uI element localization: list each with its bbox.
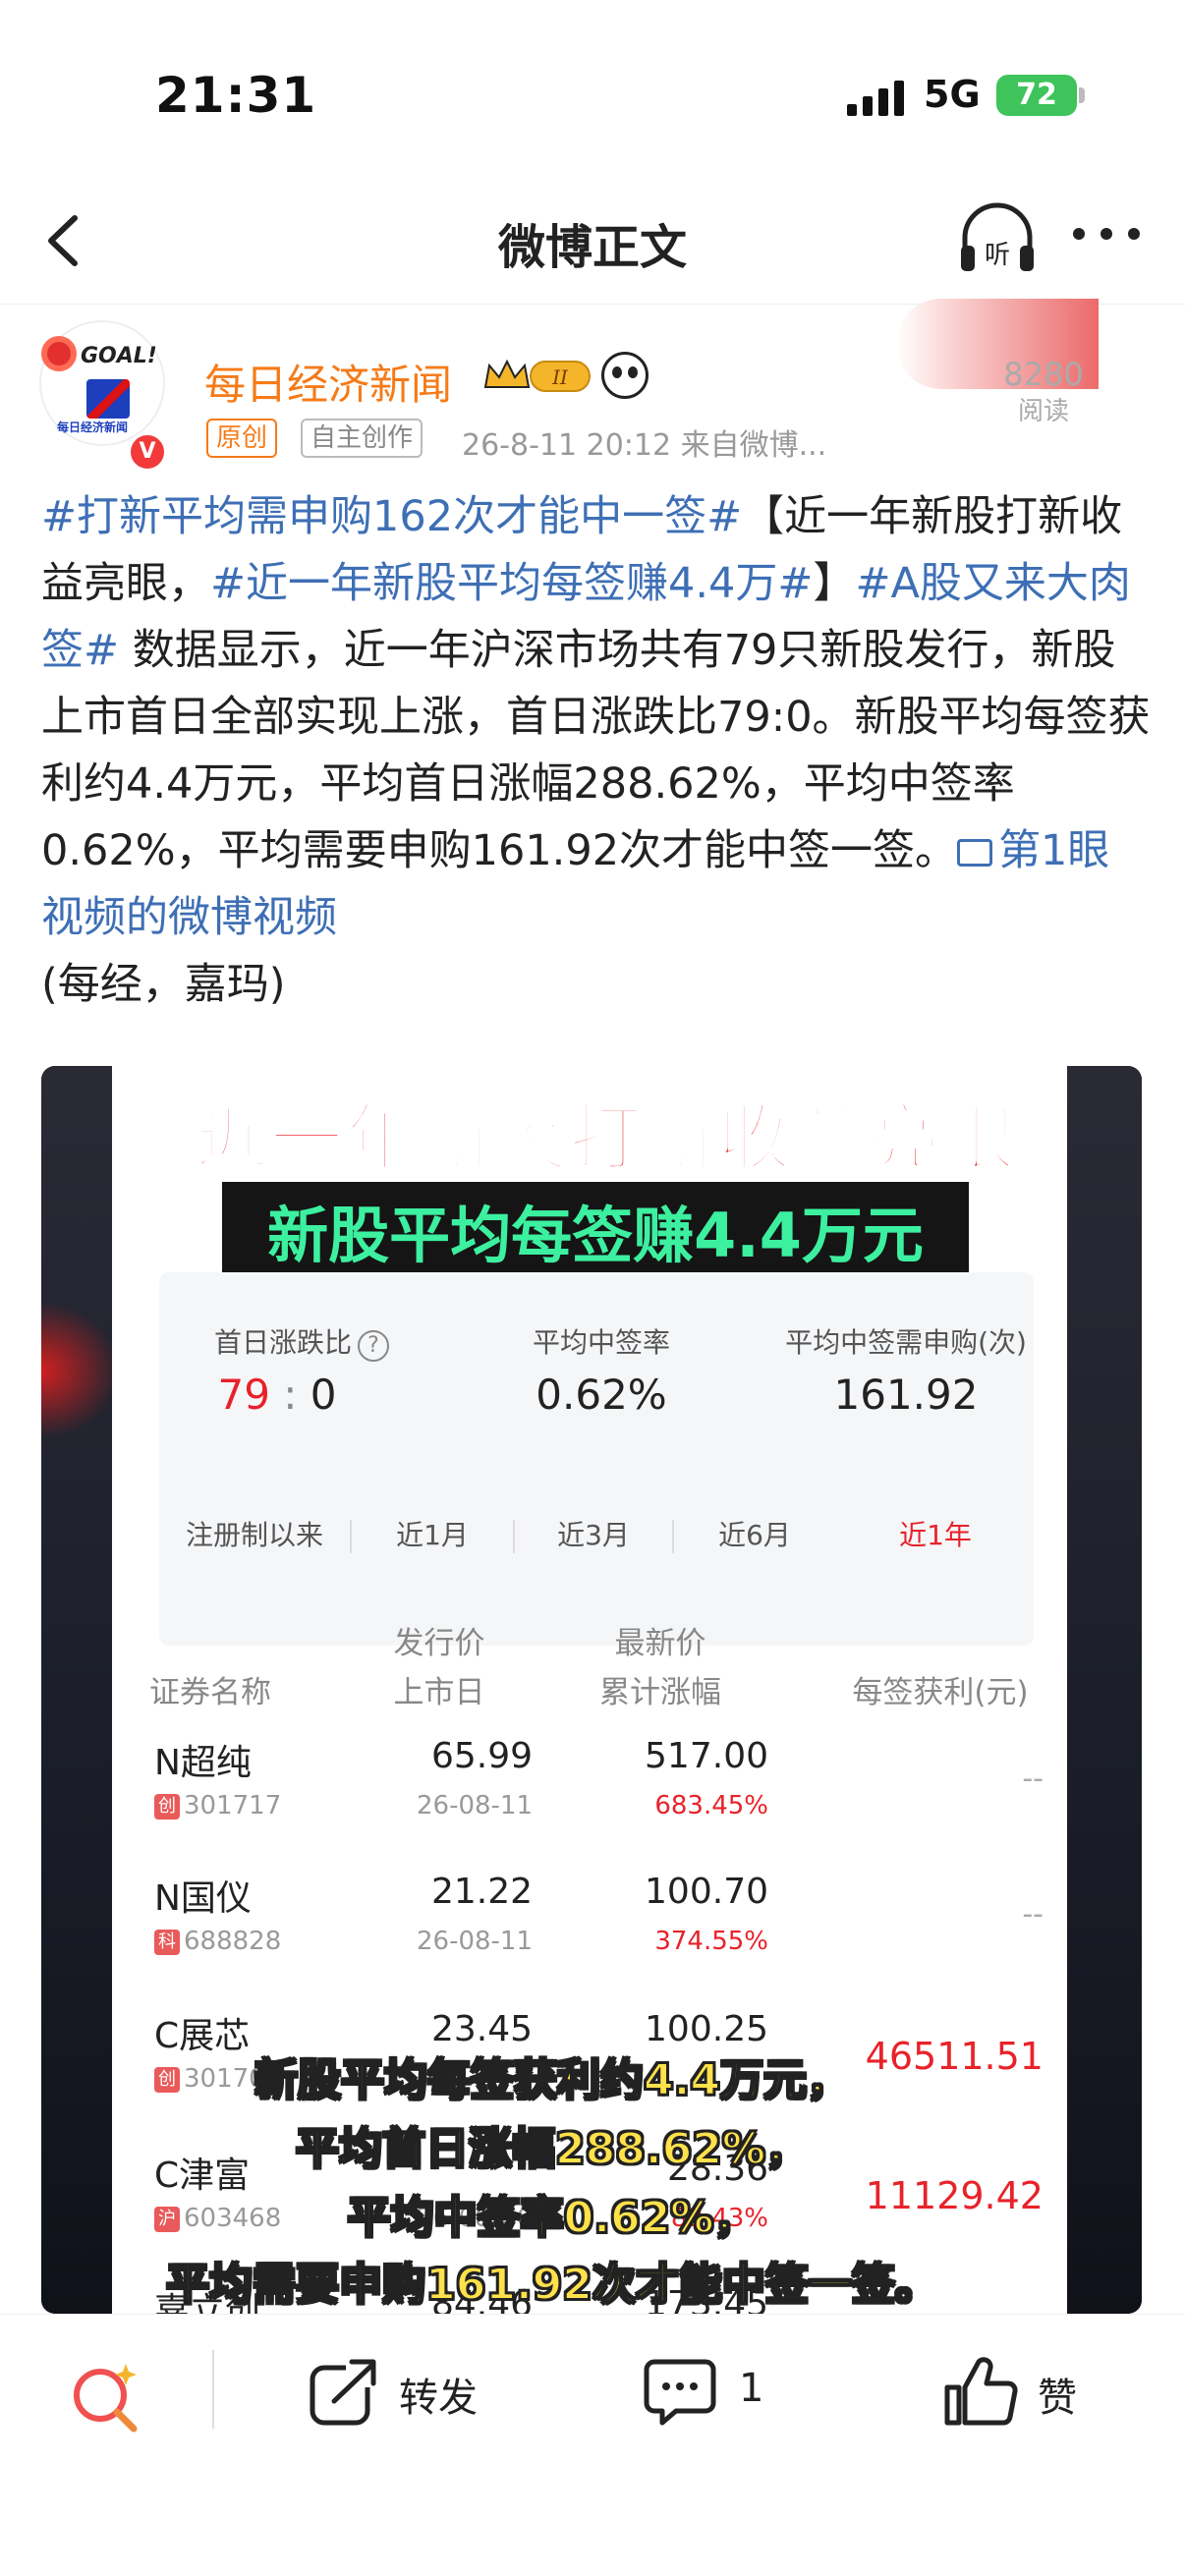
tab-since-registration: 注册制以来 (185, 1519, 323, 1551)
header-name: 证券名称 (149, 1675, 271, 1710)
original-tag: 原创 (206, 419, 278, 458)
avatar-text: GOAL! (81, 344, 157, 368)
signal-icon (847, 81, 906, 116)
logo-icon (86, 379, 130, 419)
like-button[interactable]: 赞 (941, 2354, 1099, 2433)
latest-price: 100.70 (645, 1872, 768, 1912)
tab-3-months: 近3月 (557, 1519, 630, 1551)
latest-price: 517.00 (645, 1736, 768, 1776)
header-price: 发行价 (393, 1626, 485, 1661)
stock-name: N国仪 (154, 1878, 252, 1919)
profit-per-lot: -- (1022, 1762, 1044, 1796)
comment-button[interactable]: 1 (641, 2354, 778, 2433)
battery-icon: 72 (996, 75, 1077, 116)
video-subheadline: 新股平均每签赚4.4万元 (267, 1200, 924, 1271)
post-video[interactable]: 近一年新股打新收益亮眼 新股平均每签赚4.4万元 首日涨跌比? 79 : 0 平… (41, 1066, 1142, 2314)
more-icon[interactable] (1073, 214, 1144, 253)
issue-price: 65.99 (430, 1736, 533, 1776)
stat-value-times: 161.92 (833, 1371, 979, 1419)
stock-code: 科 688828 (154, 1927, 281, 1956)
avatar-caption: 每日经济新闻 (57, 420, 129, 434)
stat-label-ratio: 首日涨跌比? (179, 1321, 424, 1362)
comment-count: 1 (739, 2366, 764, 2411)
video-subtitle: 平均首日涨幅288.62%， (295, 2123, 810, 2175)
post-meta: 26-8-11 20:12 来自微博... (462, 428, 827, 463)
status-bar: 21:31 5G 72 (0, 0, 1185, 187)
video-icon (957, 839, 993, 867)
flower-icon (41, 336, 77, 371)
tab-1-year: 近1年 (899, 1519, 972, 1551)
repost-button[interactable]: 转发 (307, 2354, 503, 2433)
header-profit: 每签获利(元) (852, 1675, 1029, 1710)
header-cum: 累计涨幅 (599, 1675, 721, 1710)
video-headline: 近一年新股打新收益亮眼 (195, 1095, 1017, 1183)
video-subtitle: 平均中签率0.62%， (347, 2192, 759, 2244)
stat-value-rate: 0.62% (536, 1371, 667, 1419)
self-created-tag: 自主创作 (301, 419, 423, 458)
clock: 21:31 (155, 67, 317, 124)
stock-name: N超纯 (154, 1743, 252, 1783)
listen-icon[interactable]: 听 (955, 198, 1040, 283)
nav-bar: 微博正文 听 (0, 187, 1185, 305)
stat-value-ratio: 79 : 0 (217, 1371, 337, 1419)
repost-label: 转发 (399, 2376, 478, 2421)
video-subtitle: 新股平均每签获利约4.4万元， (254, 2054, 851, 2106)
search-icon[interactable] (69, 2360, 143, 2435)
like-label: 赞 (1038, 2376, 1077, 2421)
cum-change: 374.55% (654, 1927, 768, 1956)
read-label: 阅读 (1017, 397, 1069, 426)
list-date: 26-08-11 (416, 1927, 533, 1956)
level-badge: II (551, 365, 569, 389)
panda-icon (601, 352, 649, 399)
thumbs-up-icon (944, 2357, 1018, 2426)
avatar[interactable]: GOAL! 每日经济新闻 V (39, 320, 167, 472)
video-subtitle: 平均需要申购161.92次才能中签一签。 (165, 2259, 939, 2311)
post-body-text: 】 (813, 559, 856, 608)
network-type: 5G (924, 73, 981, 116)
header-list-date: 上市日 (393, 1675, 485, 1710)
stock-code: 创 301717 (154, 1791, 281, 1820)
crown-badge-icon[interactable]: II (480, 354, 593, 397)
issue-price: 21.22 (430, 1872, 533, 1912)
header-latest: 最新价 (614, 1626, 706, 1661)
issue-price: 23.45 (430, 2009, 533, 2049)
period-tabs: 注册制以来 近1月 近3月 近6月 近1年 (159, 1479, 1034, 1587)
read-count: 8280 (1003, 356, 1084, 393)
repost-icon (310, 2358, 381, 2426)
help-icon: ? (358, 1330, 389, 1362)
latest-price: 100.25 (645, 2009, 768, 2049)
verified-icon: V (128, 432, 167, 472)
author-header: GOAL! 每日经济新闻 V 每日经济新闻 II 原创 自主创作 26-8-11… (0, 299, 1185, 472)
tab-6-months: 近6月 (718, 1519, 791, 1551)
post-text: #打新平均需申购162次才能中一签#【近一年新股打新收益亮眼，#近一年新股平均每… (41, 483, 1152, 1018)
post-source: (每经，嘉玛) (41, 960, 286, 1009)
battery-tip (1079, 87, 1085, 103)
bottom-action-bar: 转发 1 赞 (0, 2314, 1185, 2576)
stat-label-rate: 平均中签率 (532, 1326, 670, 1359)
cum-change: 683.45% (654, 1791, 768, 1820)
svg-text:听: 听 (985, 241, 1010, 270)
list-date: 26-08-11 (416, 1791, 533, 1820)
profit-per-lot: -- (1022, 1897, 1044, 1932)
light-glow (41, 1302, 120, 1439)
topic-link[interactable]: #近一年新股平均每签赚4.4万# (210, 559, 813, 608)
topic-link[interactable]: #打新平均需申购162次才能中一签# (41, 492, 742, 541)
author-name[interactable]: 每日经济新闻 (204, 352, 452, 412)
divider (212, 2350, 214, 2429)
stat-label-times: 平均中签需申购(次) (785, 1326, 1027, 1359)
comment-icon (644, 2359, 716, 2426)
tab-1-month: 近1月 (396, 1519, 469, 1551)
